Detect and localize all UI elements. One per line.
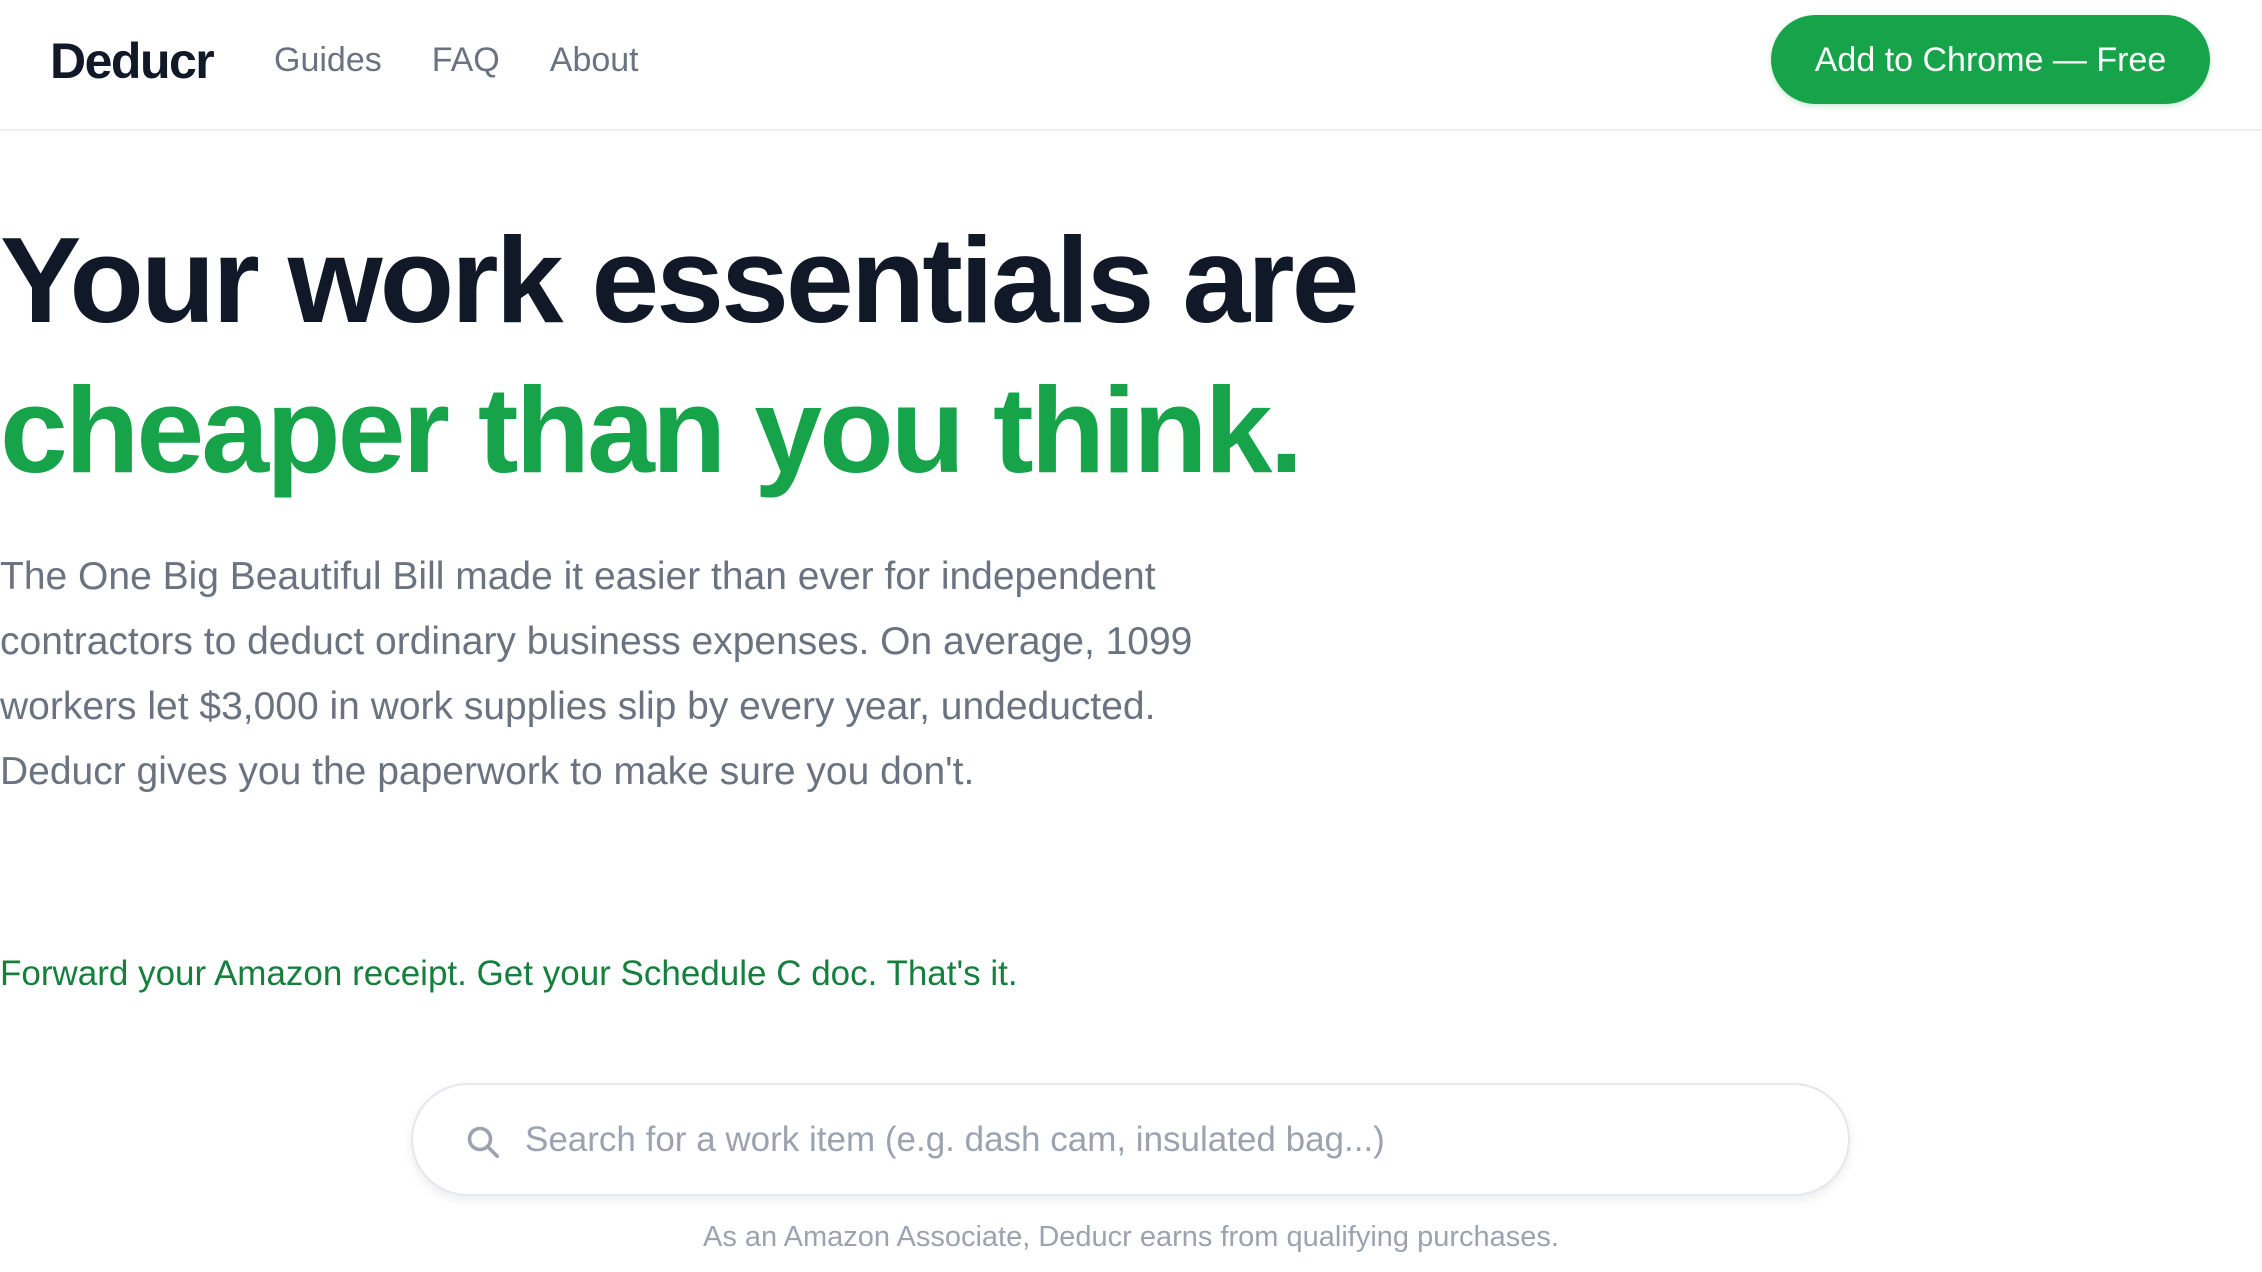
hero-description: The One Big Beautiful Bill made it easie… — [0, 544, 2262, 804]
headline-line-2-accent: cheaper than you think. — [0, 362, 1303, 498]
search-icon — [467, 1126, 500, 1159]
nav-link-guides[interactable]: Guides — [274, 36, 382, 84]
description-line: contractors to deduct ordinary business … — [0, 620, 1193, 663]
site-logo[interactable]: Deducr — [50, 30, 215, 92]
search-input[interactable] — [523, 1107, 1803, 1173]
hero-tagline: Forward your Amazon receipt. Get your Sc… — [0, 954, 1018, 993]
description-line: The One Big Beautiful Bill made it easie… — [0, 555, 1156, 598]
headline-line-1: Your work essentials are — [0, 212, 1360, 348]
affiliate-disclosure: As an Amazon Associate, Deducr earns fro… — [703, 1221, 1559, 1253]
hero-headline: Your work essentials are cheaper than yo… — [0, 205, 2262, 505]
nav-link-about[interactable]: About — [550, 36, 639, 84]
nav-link-faq[interactable]: FAQ — [432, 36, 500, 84]
search-bar[interactable] — [411, 1083, 1850, 1196]
description-line: Deducr gives you the paperwork to make s… — [0, 750, 975, 793]
description-line: workers let $3,000 in work supplies slip… — [0, 685, 1156, 728]
top-navigation-bar: Deducr Guides FAQ About Add to Chrome — … — [0, 0, 2262, 131]
add-to-chrome-button[interactable]: Add to Chrome — Free — [1771, 15, 2210, 104]
main-nav: Guides FAQ About — [274, 36, 639, 84]
